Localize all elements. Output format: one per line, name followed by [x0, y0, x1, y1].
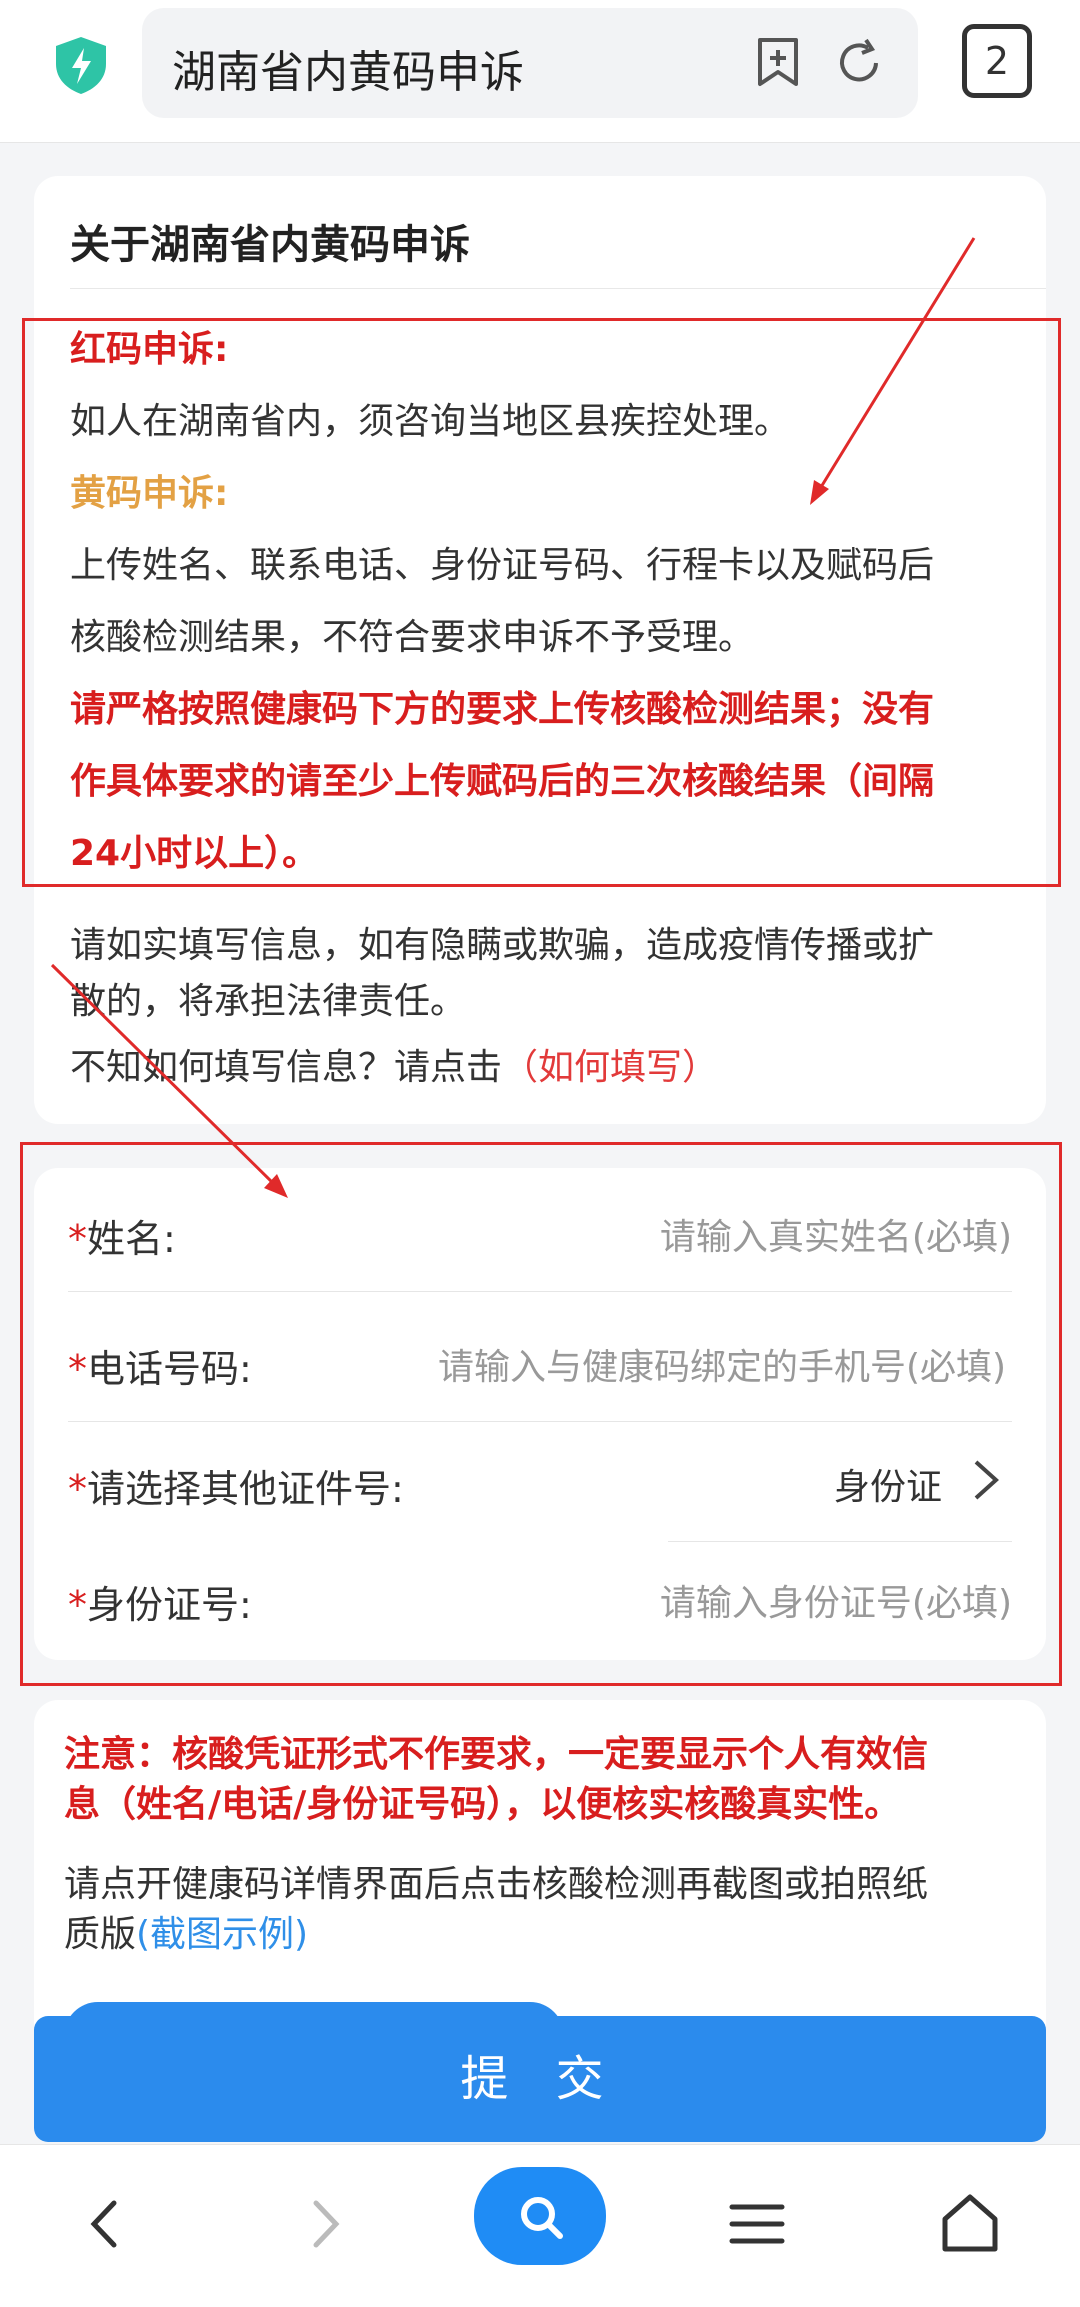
info-title: 关于湖南省内黄码申诉 — [70, 222, 470, 268]
warning-line-2: 息（姓名/电话/身份证号码），以便核实核酸真实性。 — [64, 1784, 901, 1825]
howto-line: 不知如何填写信息？请点击（如何填写） — [70, 1040, 1010, 1096]
submit-button[interactable]: 提 交 — [34, 2016, 1046, 2142]
bookmark-add-icon[interactable] — [752, 36, 804, 88]
search-icon — [521, 2197, 563, 2239]
screenshot-example-link[interactable]: (截图示例) — [136, 1914, 308, 1955]
page-title: 湖南省内黄码申诉 — [172, 47, 524, 98]
address-bar[interactable]: 湖南省内黄码申诉 — [142, 8, 918, 118]
menu-icon[interactable] — [722, 2189, 792, 2259]
reload-icon[interactable] — [832, 36, 886, 90]
howto-link[interactable]: （如何填写） — [502, 1047, 718, 1088]
instruction-text: 请点开健康码详情界面后点击核酸检测再截图或拍照纸 质版(截图示例) — [64, 1860, 1016, 1960]
annotation-box-top — [22, 318, 1061, 887]
back-icon[interactable] — [70, 2189, 140, 2259]
browser-bottom-bar — [0, 2144, 1080, 2307]
search-button[interactable] — [474, 2167, 606, 2265]
warning-line-1: 注意：核酸凭证形式不作要求，一定要显示个人有效信 — [64, 1734, 929, 1775]
home-icon[interactable] — [935, 2189, 1005, 2259]
annotation-box-form — [20, 1142, 1062, 1686]
honesty-notice-1: 请如实填写信息，如有隐瞒或欺骗，造成疫情传播或扩 — [70, 925, 935, 966]
forward-icon[interactable] — [290, 2189, 360, 2259]
browser-top-bar: 湖南省内黄码申诉 2 — [0, 0, 1080, 143]
howto-prefix: 不知如何填写信息？请点击 — [70, 1047, 503, 1088]
instruction-line-2: 质版 — [64, 1914, 137, 1955]
honesty-notice-2: 散的，将承担法律责任。 — [70, 981, 467, 1022]
tab-count-button[interactable]: 2 — [962, 24, 1032, 98]
instruction-line-1: 请点开健康码详情界面后点击核酸检测再截图或拍照纸 — [64, 1864, 929, 1905]
warning-text: 注意：核酸凭证形式不作要求，一定要显示个人有效信 息（姓名/电话/身份证号码），… — [64, 1730, 1016, 1830]
shield-icon[interactable] — [50, 34, 112, 96]
divider — [70, 288, 1046, 289]
